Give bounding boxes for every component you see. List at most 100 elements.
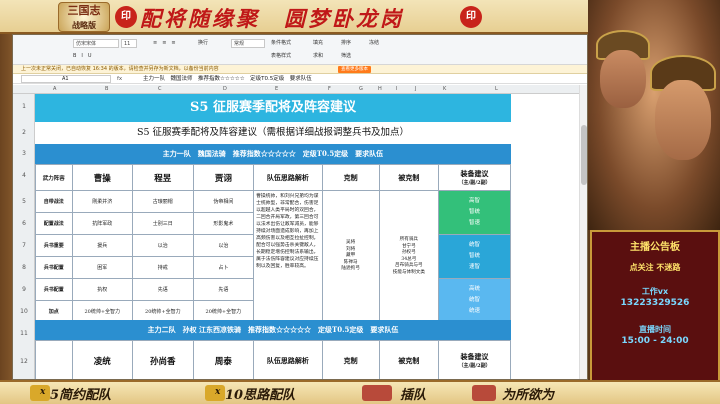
row-header[interactable]: 1: [13, 103, 35, 110]
row-label[interactable]: 兵书重要: [35, 234, 73, 257]
freeze-button[interactable]: 冻结: [369, 39, 379, 46]
header-cell[interactable]: 凌统: [71, 340, 134, 379]
cell[interactable]: 以治: [192, 234, 255, 257]
cell[interactable]: 抗阵军政: [71, 212, 134, 235]
equip-cell[interactable]: 高智 智统 智速: [438, 190, 511, 235]
header-cell[interactable]: 程昱: [132, 164, 194, 191]
board-time: 15:00 - 24:00: [621, 336, 689, 346]
header-cell[interactable]: 被克制: [378, 164, 440, 191]
sort-button[interactable]: 排序: [341, 39, 351, 46]
col-header[interactable]: L: [495, 86, 498, 92]
seal-icon: 印: [115, 6, 137, 28]
team2-header[interactable]: 主力二队 孙权 江东西凉铁骑 推荐指数☆☆☆☆☆ 定级T0.5定级 要求队伍: [35, 320, 511, 340]
header-cell[interactable]: 装备建议 （主/副/2副）: [438, 164, 511, 191]
cell[interactable]: 困军: [71, 256, 134, 279]
cell[interactable]: 持戒: [132, 256, 194, 279]
cell[interactable]: 古琅丽帽: [132, 190, 194, 213]
align-buttons[interactable]: ≡ ≡ ≡: [153, 39, 176, 46]
header-cell[interactable]: 队伍思路解析: [253, 340, 323, 379]
scroll-thumb[interactable]: [581, 125, 587, 185]
row-header[interactable]: 12: [13, 358, 35, 365]
font-select[interactable]: 仿宋宋体: [73, 39, 119, 48]
cell[interactable]: 伪帝相间: [192, 190, 255, 213]
header-cell[interactable]: 周泰: [192, 340, 255, 379]
wrap-button[interactable]: 换行: [198, 39, 208, 46]
cell[interactable]: 援兵: [71, 234, 134, 257]
cell[interactable]: 先语: [132, 278, 194, 301]
row-header[interactable]: 10: [13, 308, 35, 315]
header-cell[interactable]: 队伍思路解析: [253, 164, 323, 191]
fill-button[interactable]: 填充: [313, 39, 323, 46]
row-header[interactable]: 2: [13, 129, 35, 136]
equip-cell[interactable]: 统智 智统 速智: [438, 234, 511, 279]
vertical-scrollbar[interactable]: [579, 85, 587, 379]
header-cell[interactable]: 装备建议 （主/副/2副）: [438, 340, 511, 379]
col-header[interactable]: I: [396, 86, 397, 92]
cond-format-button[interactable]: 条件格式: [271, 39, 291, 46]
table-style-button[interactable]: 表格样式: [271, 52, 291, 59]
idea-cell[interactable]: 曹操统帅，和刘兴兄弟均为谋士统帅型，非常配合，伤害足以超越人类平局时的双回合，二…: [253, 190, 323, 323]
cell[interactable]: 刚柔并济: [71, 190, 134, 213]
col-header[interactable]: H: [378, 86, 382, 92]
header-cell[interactable]: 克制: [321, 164, 380, 191]
counter-cell[interactable]: 吴将 刘将 藏甲 陈禅马 陆逊拘弓: [321, 190, 380, 323]
col-header[interactable]: A: [53, 86, 56, 92]
header-cell[interactable]: 被克制: [378, 340, 440, 379]
row-header[interactable]: 3: [13, 150, 35, 157]
fx-icon[interactable]: fx: [117, 74, 122, 84]
gift-option-3: 插队: [400, 388, 427, 403]
name-box[interactable]: A1: [21, 75, 111, 83]
ribbon-toolbar: 仿宋宋体 11 B I U ≡ ≡ ≡ 换行 常规 条件格式 表格样式 填充 排…: [13, 35, 587, 65]
row-label[interactable]: 配置战法: [35, 212, 73, 235]
col-header[interactable]: D: [223, 86, 227, 92]
plane-icon: [362, 385, 392, 401]
row-header[interactable]: 9: [13, 286, 35, 293]
col-header[interactable]: C: [158, 86, 162, 92]
gift-option-4: 为所欲为: [502, 388, 555, 403]
cell[interactable]: 占卜: [192, 256, 255, 279]
col-header[interactable]: F: [328, 86, 331, 92]
cell[interactable]: [35, 340, 73, 379]
row-label[interactable]: 兵书配置: [35, 256, 73, 279]
row-header[interactable]: 7: [13, 242, 35, 249]
row-header[interactable]: 6: [13, 220, 35, 227]
sheet-title[interactable]: S5 征服赛季配将及阵容建议: [35, 94, 511, 122]
cell[interactable]: 形影鬼术: [192, 212, 255, 235]
col-header[interactable]: G: [359, 86, 363, 92]
row-header[interactable]: 4: [13, 172, 35, 179]
col-header[interactable]: J: [415, 86, 416, 92]
cell[interactable]: 执权: [71, 278, 134, 301]
header-cell[interactable]: 曹操: [71, 164, 134, 191]
row-label[interactable]: 兵书配置: [35, 278, 73, 301]
row-header[interactable]: 8: [13, 264, 35, 271]
cell[interactable]: 先语: [192, 278, 255, 301]
formula-input[interactable]: 主力一队 魏国法师 推荐指数☆☆☆☆☆ 定级T0.5定级 要求队伍: [143, 74, 312, 84]
bold-button[interactable]: B I U: [73, 52, 92, 59]
banner-title: 配将随缘聚 圆梦卧龙岗: [140, 6, 404, 31]
team1-header[interactable]: 主力一队 魏国法骑 推荐指数☆☆☆☆☆ 定级T0.5定级 要求队伍: [35, 144, 511, 164]
filter-button[interactable]: 筛选: [341, 52, 351, 59]
countered-cell[interactable]: 所有骑兵 甘宁弓 孙权弓 34总弓 吕布骑兵与弓 技能与体制文类: [378, 190, 440, 323]
sheet-area: S5 征服赛季配将及阵容建议 S5 征服赛季配将及阵容建议（需根据详细战报调整兵…: [35, 94, 511, 379]
header-cell[interactable]: 孙尚香: [132, 340, 194, 379]
header-cell[interactable]: 武力阵容: [35, 164, 73, 191]
formula-bar: A1 fx 主力一队 魏国法师 推荐指数☆☆☆☆☆ 定级T0.5定级 要求队伍: [13, 74, 587, 84]
row-header[interactable]: 11: [13, 330, 35, 337]
equip-cell[interactable]: 高统 统智 统速: [438, 278, 511, 323]
team1-table: 武力阵容 曹操 程昱 贾诩 队伍思路解析 克制 被克制 装备建议 （主/副/2副）…: [35, 164, 511, 323]
cell[interactable]: 以治: [132, 234, 194, 257]
col-header[interactable]: K: [443, 86, 446, 92]
number-format-select[interactable]: 常规: [231, 39, 265, 48]
header-cell[interactable]: 克制: [321, 340, 380, 379]
col-header[interactable]: B: [105, 86, 108, 92]
header-cell[interactable]: 贾诩: [192, 164, 255, 191]
sum-button[interactable]: 求和: [313, 52, 323, 59]
sheet-subtitle[interactable]: S5 征服赛季配将及阵容建议（需根据详细战报调整兵书及加点）: [35, 122, 511, 144]
row-label[interactable]: 自带战法: [35, 190, 73, 213]
font-size-select[interactable]: 11: [121, 39, 137, 48]
column-headers: A B C D E F G H I J K L: [13, 85, 587, 94]
cell[interactable]: 士别三日: [132, 212, 194, 235]
more-versions-button[interactable]: 查看更多版本: [338, 66, 371, 73]
col-header[interactable]: E: [275, 86, 278, 92]
row-header[interactable]: 5: [13, 198, 35, 205]
